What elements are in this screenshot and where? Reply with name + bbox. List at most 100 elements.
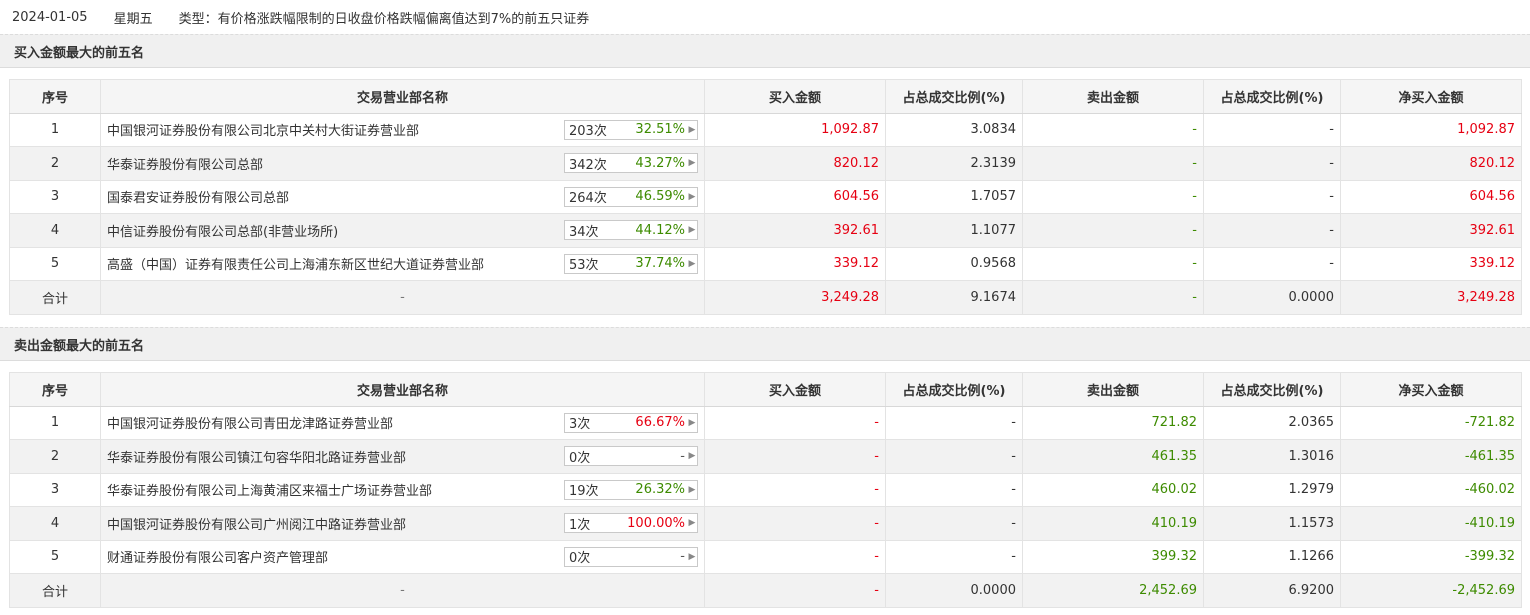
branch-stats-button[interactable]: 53次 37.74% ▶ (564, 253, 698, 274)
listing-count: 203次 (569, 124, 607, 140)
caret-right-icon: ▶ (688, 551, 696, 562)
win-rate: 37.74% (635, 256, 685, 272)
table-row: 1 中国银河证券股份有限公司青田龙津路证券营业部 3次 66.67% ▶ - -721.82… (9, 405, 1522, 440)
total-buy-ratio: 9.1674 (885, 280, 1023, 315)
col-branch-name: 交易营业部名称 (100, 372, 705, 407)
branch-stats-button[interactable]: 1次 100.00% ▶ (564, 513, 698, 534)
table-row: 5 财通证券股份有限公司客户资产管理部 0次 - ▶ - -399.32 1.1266 -399… (9, 539, 1522, 574)
branch-cell: 中信证券股份有限公司总部(非营业场所) 34次 44.12% ▶ (100, 213, 705, 248)
buy-ratio: - (885, 405, 1023, 440)
sell-amount: 399.32 (1022, 539, 1204, 574)
listing-count: 34次 (569, 224, 599, 240)
buy-ratio: 0.9568 (885, 246, 1023, 281)
col-buy-ratio[interactable]: 占总成交比例(%) (885, 79, 1023, 114)
branch-stats-button[interactable]: 0次 - ▶ (564, 446, 698, 467)
buy-amount: - (704, 472, 886, 507)
branch-cell: 华泰证券股份有限公司总部 342次 43.27% ▶ (100, 146, 705, 181)
branch-name-link[interactable]: 中国银河证券股份有限公司北京中关村大街证券营业部 (107, 120, 419, 139)
table-header-row: 序号 交易营业部名称 买入金额 占总成交比例(%) 卖出金额 占总成交比例(%)… (9, 79, 1522, 114)
branch-name-link[interactable]: 高盛（中国）证券有限责任公司上海浦东新区世纪大道证券营业部 (107, 254, 484, 273)
branch-stats-button[interactable]: 203次 32.51% ▶ (564, 119, 698, 140)
caret-right-icon: ▶ (688, 124, 696, 135)
branch-name-link[interactable]: 国泰君安证券股份有限公司总部 (107, 187, 289, 206)
sell-ratio: - (1203, 213, 1341, 248)
buy-amount: 820.12 (704, 146, 886, 181)
branch-name-link[interactable]: 财通证券股份有限公司客户资产管理部 (107, 547, 328, 566)
branch-cell: 中国银河证券股份有限公司北京中关村大街证券营业部 203次 32.51% ▶ (100, 112, 705, 147)
trade-date: 2024-01-05 (12, 9, 88, 25)
branch-cell: 高盛（中国）证券有限责任公司上海浦东新区世纪大道证券营业部 53次 37.74% ▶ (100, 246, 705, 281)
sell-amount: 461.35 (1022, 439, 1204, 474)
branch-stats-button[interactable]: 19次 26.32% ▶ (564, 479, 698, 500)
sell-amount: - (1022, 179, 1204, 214)
col-sell-ratio[interactable]: 占总成交比例(%) (1203, 372, 1341, 407)
table-row: 5 高盛（中国）证券有限责任公司上海浦东新区世纪大道证券营业部 53次 37.74% ▶… (9, 246, 1522, 281)
branch-stats-button[interactable]: 342次 43.27% ▶ (564, 153, 698, 174)
branch-cell: 中国银河证券股份有限公司青田龙津路证券营业部 3次 66.67% ▶ (100, 405, 705, 440)
listing-count: 0次 (569, 551, 591, 567)
branch-name-link[interactable]: 华泰证券股份有限公司上海黄浦区来福士广场证券营业部 (107, 480, 432, 499)
total-name: - (100, 280, 705, 315)
listing-count: 264次 (569, 191, 607, 207)
branch-cell: 华泰证券股份有限公司镇江句容华阳北路证券营业部 0次 - ▶ (100, 439, 705, 474)
table-row: 4 中国银河证券股份有限公司广州阅江中路证券营业部 1次 100.00% ▶ - -410.… (9, 506, 1522, 541)
total-net-amount: -2,452.69 (1340, 573, 1522, 608)
col-sell-ratio[interactable]: 占总成交比例(%) (1203, 79, 1341, 114)
table-row: 1 中国银河证券股份有限公司北京中关村大街证券营业部 203次 32.51% ▶ 1,09… (9, 112, 1522, 147)
col-net-amount[interactable]: 净买入金额 (1340, 372, 1522, 407)
total-sell-amount: 2,452.69 (1022, 573, 1204, 608)
branch-stats-button[interactable]: 0次 - ▶ (564, 546, 698, 567)
win-rate: 44.12% (635, 222, 685, 238)
total-net-amount: 3,249.28 (1340, 280, 1522, 315)
total-buy-amount: - (704, 573, 886, 608)
branch-name-link[interactable]: 中国银河证券股份有限公司青田龙津路证券营业部 (107, 413, 393, 432)
net-amount: -460.02 (1340, 472, 1522, 507)
branch-name-link[interactable]: 华泰证券股份有限公司总部 (107, 154, 263, 173)
sell-ratio: 1.2979 (1203, 472, 1341, 507)
win-rate: - (680, 448, 685, 464)
col-seq: 序号 (9, 79, 101, 114)
branch-stats-button[interactable]: 264次 46.59% ▶ (564, 186, 698, 207)
sell-amount: 460.02 (1022, 472, 1204, 507)
win-rate: 32.51% (635, 122, 685, 138)
win-rate: 66.67% (635, 415, 685, 431)
col-seq: 序号 (9, 372, 101, 407)
sell-ratio: - (1203, 246, 1341, 281)
branch-name-link[interactable]: 华泰证券股份有限公司镇江句容华阳北路证券营业部 (107, 447, 406, 466)
sell-ratio: - (1203, 112, 1341, 147)
table-row: 2 华泰证券股份有限公司总部 342次 43.27% ▶ 820.12 2.3139- -82… (9, 146, 1522, 181)
sell-section-title: 卖出金额最大的前五名 (0, 327, 1530, 361)
col-sell-amount[interactable]: 卖出金额 (1022, 79, 1204, 114)
col-sell-amount[interactable]: 卖出金额 (1022, 372, 1204, 407)
net-amount: 604.56 (1340, 179, 1522, 214)
branch-stats-button[interactable]: 34次 44.12% ▶ (564, 220, 698, 241)
win-rate: 46.59% (635, 189, 685, 205)
buy-ratio: - (885, 472, 1023, 507)
sell-top5-table: 序号 交易营业部名称 买入金额 占总成交比例(%) 卖出金额 占总成交比例(%)… (9, 372, 1522, 608)
total-buy-amount: 3,249.28 (704, 280, 886, 315)
col-buy-ratio[interactable]: 占总成交比例(%) (885, 372, 1023, 407)
buy-ratio: 2.3139 (885, 146, 1023, 181)
col-buy-amount[interactable]: 买入金额 (704, 79, 886, 114)
net-amount: -410.19 (1340, 506, 1522, 541)
net-amount: 392.61 (1340, 213, 1522, 248)
branch-stats-button[interactable]: 3次 66.67% ▶ (564, 412, 698, 433)
row-seq: 3 (9, 472, 101, 507)
row-seq: 4 (9, 213, 101, 248)
buy-ratio: 1.7057 (885, 179, 1023, 214)
branch-name-link[interactable]: 中信证券股份有限公司总部(非营业场所) (107, 221, 338, 240)
col-net-amount[interactable]: 净买入金额 (1340, 79, 1522, 114)
col-branch-name: 交易营业部名称 (100, 79, 705, 114)
buy-amount: - (704, 405, 886, 440)
caret-right-icon: ▶ (688, 417, 696, 428)
buy-ratio: - (885, 539, 1023, 574)
row-seq: 5 (9, 539, 101, 574)
row-seq: 2 (9, 439, 101, 474)
listing-count: 342次 (569, 157, 607, 173)
branch-name-link[interactable]: 中国银河证券股份有限公司广州阅江中路证券营业部 (107, 514, 406, 533)
caret-right-icon: ▶ (688, 191, 696, 202)
net-amount: -721.82 (1340, 405, 1522, 440)
table-row: 4 中信证券股份有限公司总部(非营业场所) 34次 44.12% ▶ 392.61 1.10… (9, 213, 1522, 248)
buy-amount: - (704, 539, 886, 574)
col-buy-amount[interactable]: 买入金额 (704, 372, 886, 407)
